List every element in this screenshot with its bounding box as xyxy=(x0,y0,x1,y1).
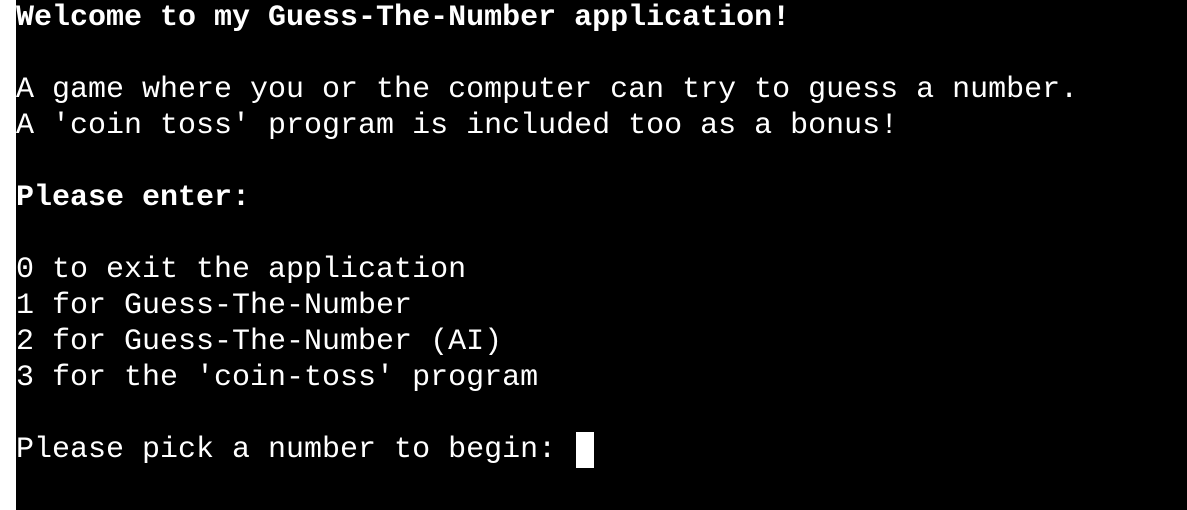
please-enter-label: Please enter: xyxy=(16,181,251,215)
menu-option-exit: 0 to exit the application xyxy=(16,253,467,287)
description-line: A game where you or the computer can try… xyxy=(16,73,1079,107)
text-cursor[interactable] xyxy=(576,432,595,468)
welcome-heading: Welcome to my Guess-The-Number applicati… xyxy=(16,1,791,35)
description-line: A 'coin toss' program is included too as… xyxy=(16,109,899,143)
menu-option-guess-ai: 2 for Guess-The-Number (AI) xyxy=(16,325,503,359)
menu-option-coin-toss: 3 for the 'coin-toss' program xyxy=(16,361,539,395)
input-prompt-line[interactable]: Please pick a number to begin: xyxy=(16,432,595,468)
menu-option-guess: 1 for Guess-The-Number xyxy=(16,289,413,323)
input-prompt: Please pick a number to begin: xyxy=(16,433,575,467)
terminal-window[interactable]: Welcome to my Guess-The-Number applicati… xyxy=(16,0,1187,510)
